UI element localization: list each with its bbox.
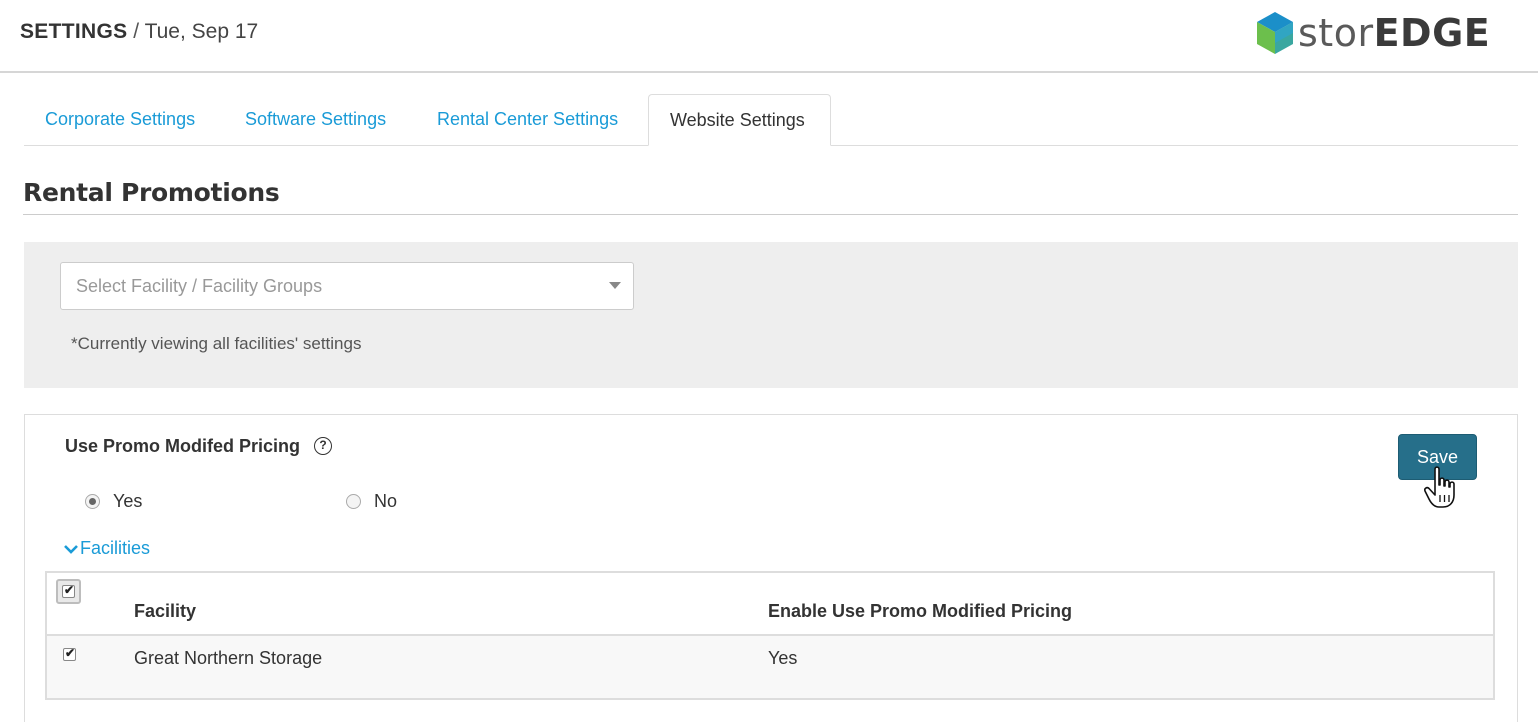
chevron-down-icon	[64, 544, 78, 554]
radio-no[interactable]: No	[346, 491, 397, 512]
facility-select-placeholder: Select Facility / Facility Groups	[76, 276, 323, 296]
storedge-logo: storEDGE	[1256, 10, 1490, 56]
row-checkbox[interactable]: ✔	[63, 646, 76, 661]
tab-corporate-settings[interactable]: Corporate Settings	[24, 94, 216, 146]
radio-no-dot[interactable]	[346, 494, 361, 509]
tab-website-settings[interactable]: Website Settings	[648, 94, 831, 146]
promo-settings-card: Use Promo Modifed Pricing ? Yes No Save …	[24, 414, 1518, 722]
facility-filter-panel: Select Facility / Facility Groups *Curre…	[24, 242, 1518, 388]
enable-promo-cell: Yes	[768, 648, 798, 668]
question-circle-icon[interactable]: ?	[314, 437, 332, 455]
facility-name-cell: Great Northern Storage	[134, 648, 323, 668]
header-date: Tue, Sep 17	[144, 20, 259, 43]
top-bar: SETTINGS / Tue, Sep 17 storEDGE	[0, 0, 1538, 73]
radio-yes[interactable]: Yes	[85, 491, 142, 512]
promo-pricing-label: Use Promo Modifed Pricing	[65, 436, 301, 456]
save-button[interactable]: Save	[1398, 434, 1477, 480]
filter-note: *Currently viewing all facilities' setti…	[71, 334, 362, 353]
tab-software-settings[interactable]: Software Settings	[224, 94, 407, 146]
header-separator: /	[133, 20, 140, 43]
column-header-enable-promo: Enable Use Promo Modified Pricing	[768, 601, 1073, 621]
cube-logo-icon	[1257, 12, 1293, 54]
radio-no-label: No	[374, 491, 398, 511]
table-header: ✔ Facility Enable Use Promo Modified Pri…	[47, 573, 1493, 636]
chevron-down-icon	[609, 282, 621, 289]
facility-select[interactable]: Select Facility / Facility Groups	[60, 262, 634, 310]
table-row: ✔ Great Northern Storage Yes	[47, 636, 1493, 698]
radio-yes-label: Yes	[113, 491, 143, 511]
settings-tabs: Corporate Settings Software Settings Ren…	[24, 94, 1518, 146]
facilities-toggle[interactable]: Facilities	[63, 538, 150, 559]
logo-wordmark: storEDGE	[1298, 11, 1491, 55]
radio-yes-dot[interactable]	[85, 494, 100, 509]
select-all-checkbox[interactable]: ✔	[62, 583, 75, 598]
select-all-checkbox-wrapper: ✔	[56, 579, 81, 604]
header-section: SETTINGS	[20, 20, 128, 43]
page-title: Rental Promotions	[23, 178, 280, 207]
title-divider	[23, 214, 1518, 215]
tab-rental-center-settings[interactable]: Rental Center Settings	[416, 94, 639, 146]
facilities-table: ✔ Facility Enable Use Promo Modified Pri…	[45, 571, 1495, 700]
column-header-facility: Facility	[134, 601, 197, 621]
facilities-toggle-label: Facilities	[80, 538, 151, 558]
page-header: SETTINGS / Tue, Sep 17	[20, 20, 258, 44]
